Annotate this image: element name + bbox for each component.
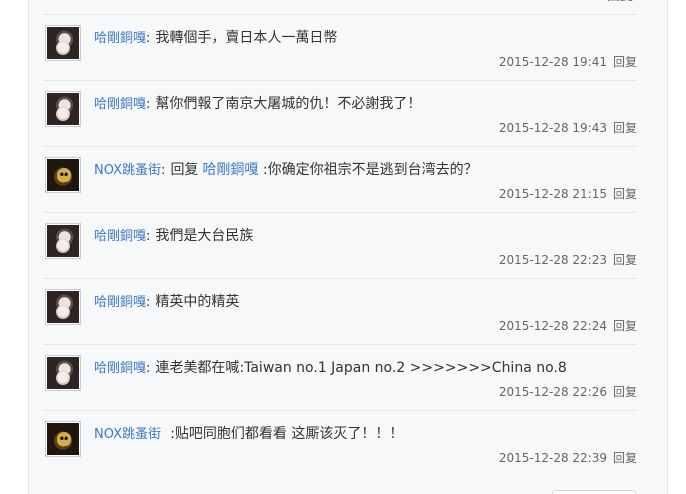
username-colon (161, 427, 165, 442)
reply-link[interactable]: 回复 (613, 253, 637, 267)
comment-text: 精英中的精英 (155, 294, 240, 310)
username-link[interactable]: NOX跳蚤街 (94, 427, 161, 442)
avatar-image (47, 225, 79, 257)
comment-item: 哈剛銅嘎: 幫你們報了南京大屠城的仇！不必謝我了！ 2015-12-28 19:4… (43, 80, 637, 146)
comment-text: :你确定你祖宗不是逃到台湾去的？ (258, 162, 478, 178)
avatar-image (47, 159, 79, 191)
reply-link[interactable]: 回复 (613, 121, 637, 135)
comment-text: 我們是大台民族 (155, 228, 254, 244)
username-colon: : (161, 163, 166, 178)
reply-link[interactable]: 回复 (613, 187, 637, 201)
comment-meta: 2015-12-28 19:43 回复 (499, 120, 637, 136)
user-avatar[interactable] (45, 289, 81, 325)
username-link[interactable]: 哈剛銅嘎 (94, 295, 146, 310)
username-link[interactable]: 哈剛銅嘎 (94, 361, 146, 376)
comment-meta: 2015-12-28 22:39 回复 (499, 450, 637, 466)
reply-link[interactable]: 回复 (613, 55, 637, 69)
comment-line: NOX跳蚤街: 回复 哈剛銅嘎 :你确定你祖宗不是逃到台湾去的？ (94, 160, 634, 181)
comment-line: 哈剛銅嘎: 我們是大台民族 (94, 226, 634, 247)
comment-time: 2015-12-28 19:41 (498, 55, 607, 69)
comment-text: :贴吧同胞们都看看 这厮该灭了！！！ (170, 426, 404, 442)
user-avatar[interactable] (45, 355, 81, 391)
username-colon: : (146, 229, 151, 244)
comment-text: 我轉個手，賣日本人一萬日幣 (155, 30, 338, 46)
comment-line: 哈剛銅嘎: 我轉個手，賣日本人一萬日幣 (94, 28, 634, 49)
comment-time: 2015-12-28 22:39 (498, 451, 607, 465)
user-avatar[interactable] (45, 223, 81, 259)
comment-item: NOX跳蚤街 :贴吧同胞们都看看 这厮该灭了！！！ 2015-12-28 22:… (43, 410, 637, 476)
mention-link[interactable]: 哈剛銅嘎 (202, 162, 258, 178)
page: 回复 哈剛銅嘎: 我轉個手，賣日本人一萬日幣 2015-12-28 19:41 回复… (0, 0, 686, 494)
comment-list: 哈剛銅嘎: 我轉個手，賣日本人一萬日幣 2015-12-28 19:41 回复 哈剛… (43, 0, 637, 476)
comment-item: 哈剛銅嘎: 連老美都在喊:Taiwan no.1 Japan no.2 >>>>>… (43, 344, 637, 410)
reply-link[interactable]: 回复 (613, 319, 637, 333)
comment-time: 2015-12-28 22:24 (498, 319, 607, 333)
comment-meta: 2015-12-28 22:24 回复 (499, 318, 637, 334)
username-link[interactable]: 哈剛銅嘎 (94, 31, 146, 46)
comment-line: 哈剛銅嘎: 連老美都在喊:Taiwan no.1 Japan no.2 >>>>>… (94, 358, 634, 379)
user-avatar[interactable] (45, 157, 81, 193)
comment-meta: 2015-12-28 21:15 回复 (499, 186, 637, 202)
comment-text: 連老美都在喊:Taiwan no.1 Japan no.2 >>>>>>>Chi… (155, 360, 567, 376)
reply-link[interactable]: 回复 (613, 451, 637, 465)
avatar-image (47, 291, 79, 323)
comment-text: 幫你們報了南京大屠城的仇！不必謝我了！ (155, 96, 422, 112)
username-link[interactable]: NOX跳蚤街 (94, 163, 161, 178)
comment-item: NOX跳蚤街: 回复 哈剛銅嘎 :你确定你祖宗不是逃到台湾去的？ 2015-12-2… (43, 146, 637, 212)
user-avatar[interactable] (45, 91, 81, 127)
username-colon: : (146, 295, 151, 310)
username-colon: : (146, 31, 151, 46)
comment-meta: 2015-12-28 22:26 回复 (499, 384, 637, 400)
comment-panel: 回复 哈剛銅嘎: 我轉個手，賣日本人一萬日幣 2015-12-28 19:41 回复… (28, 0, 668, 494)
comment-line: NOX跳蚤街 :贴吧同胞们都看看 这厮该灭了！！！ (94, 424, 634, 445)
comment-line: 哈剛銅嘎: 幫你們報了南京大屠城的仇！不必謝我了！ (94, 94, 634, 115)
comment-time: 2015-12-28 22:26 (498, 385, 607, 399)
avatar-image (47, 423, 79, 455)
comment-line: 哈剛銅嘎: 精英中的精英 (94, 292, 634, 313)
username-link[interactable]: 哈剛銅嘎 (94, 97, 146, 112)
reply-link[interactable]: 回复 (613, 385, 637, 399)
user-avatar[interactable] (45, 421, 81, 457)
comment-item: 哈剛銅嘎: 精英中的精英 2015-12-28 22:24 回复 (43, 278, 637, 344)
comment-item: 哈剛銅嘎: 我們是大台民族 2015-12-28 22:23 回复 (43, 212, 637, 278)
comment-meta: 2015-12-28 19:41 回复 (499, 54, 637, 70)
username-colon: : (146, 361, 151, 376)
avatar-image (47, 357, 79, 389)
reply-box-toggle-button[interactable] (552, 490, 636, 494)
user-avatar[interactable] (45, 25, 81, 61)
avatar-image (47, 27, 79, 59)
comment-time: 2015-12-28 21:15 (498, 187, 607, 201)
avatar-image (47, 93, 79, 125)
reply-prefix-text: 回复 (170, 162, 199, 178)
username-link[interactable]: 哈剛銅嘎 (94, 229, 146, 244)
comment-time: 2015-12-28 19:43 (498, 121, 607, 135)
comment-time: 2015-12-28 22:23 (498, 253, 607, 267)
username-colon: : (146, 97, 151, 112)
comment-item: 哈剛銅嘎: 我轉個手，賣日本人一萬日幣 2015-12-28 19:41 回复 (43, 14, 637, 80)
comment-meta: 2015-12-28 22:23 回复 (499, 252, 637, 268)
